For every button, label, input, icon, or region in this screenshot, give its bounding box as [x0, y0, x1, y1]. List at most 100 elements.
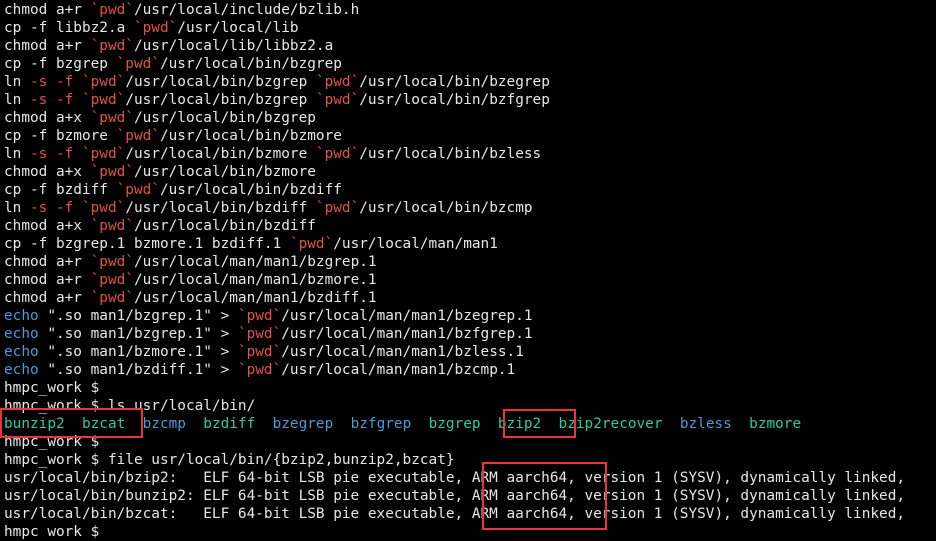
terminal-line: cp -f bzdiff `pwd`/usr/local/bin/bzdiff	[4, 181, 905, 199]
terminal-text: /usr/local/bin/bzgrep	[125, 74, 316, 90]
terminal-text: /usr/local/bin/bzdiff	[133, 218, 316, 234]
terminal-text: `pwd`	[90, 164, 134, 180]
terminal-line: hmpc_work $	[4, 379, 905, 397]
terminal-text: /usr/local/bin/bzdiff	[125, 200, 316, 216]
terminal-text: /usr/local/lib/libbz2.a	[133, 38, 334, 54]
terminal-text: `pwd`	[133, 20, 178, 36]
terminal-text: -s -f	[30, 74, 82, 90]
highlight-box-bunzip2-bzcat	[0, 408, 143, 438]
terminal-line: echo ".so man1/bzgrep.1" > `pwd`/usr/loc…	[4, 325, 905, 343]
terminal-text: /usr/local/bin/bzgrep	[159, 56, 342, 72]
terminal-text: `pwd`	[315, 92, 360, 108]
terminal-text: ".so man1/bzdiff.1" >	[38, 362, 238, 378]
terminal-text: /usr/local/bin/bzegrep	[359, 74, 550, 90]
highlight-box-arm-aarch64	[482, 462, 607, 530]
terminal-line: cp -f libbz2.a `pwd`/usr/local/lib	[4, 19, 905, 37]
terminal-text: /usr/local/bin/bzless	[359, 146, 542, 162]
terminal-line: chmod a+x `pwd`/usr/local/bin/bzgrep	[4, 109, 905, 127]
terminal-text: ".so man1/bzgrep.1" >	[38, 326, 238, 342]
terminal-text: /usr/local/include/bzlib.h	[133, 2, 360, 18]
terminal-text: ln	[4, 92, 30, 108]
terminal-text: /usr/local/man/man1/bzegrep.1	[281, 308, 533, 324]
terminal-text: /usr/local/bin/bzcmp	[359, 200, 533, 216]
terminal-line: chmod a+r `pwd`/usr/local/man/man1/bzmor…	[4, 271, 905, 289]
terminal-text: `pwd`	[237, 326, 282, 342]
terminal-text: `pwd`	[237, 344, 282, 360]
terminal-line: echo ".so man1/bzmore.1" > `pwd`/usr/loc…	[4, 343, 905, 361]
terminal-text: bzfgrep	[350, 416, 412, 432]
terminal-text: `pwd`	[90, 2, 134, 18]
terminal-line: chmod a+r `pwd`/usr/local/man/man1/bzgre…	[4, 253, 905, 271]
terminal-text: -s -f	[30, 200, 82, 216]
terminal-line: ln -s -f `pwd`/usr/local/bin/bzmore `pwd…	[4, 145, 905, 163]
terminal-text: ln	[4, 74, 30, 90]
terminal-text: usr/local/bin/bunzip2: ELF 64-bit LSB pi…	[4, 488, 906, 504]
terminal-line: echo ".so man1/bzdiff.1" > `pwd`/usr/loc…	[4, 361, 905, 379]
terminal-line: echo ".so man1/bzgrep.1" > `pwd`/usr/loc…	[4, 307, 905, 325]
terminal-text: hmpc work $	[4, 524, 100, 540]
terminal-text: echo	[4, 344, 39, 360]
terminal-text: -s -f	[30, 92, 82, 108]
terminal-text: `pwd`	[90, 38, 134, 54]
terminal-line: cp -f bzgrep.1 bzmore.1 bzdiff.1 `pwd`/u…	[4, 235, 905, 253]
terminal-text: echo	[4, 326, 39, 342]
terminal-text: cp -f bzgrep.1 bzmore.1 bzdiff.1	[4, 236, 290, 252]
terminal-text: ".so man1/bzgrep.1" >	[38, 308, 238, 324]
terminal-text: cp -f bzdiff	[4, 182, 117, 198]
terminal-text: hmpc_work $	[4, 380, 100, 396]
terminal-text: chmod a+x	[4, 110, 91, 126]
terminal-text: cp -f libbz2.a	[4, 20, 134, 36]
terminal-text: bzdiff	[203, 416, 256, 432]
terminal-text: chmod a+x	[4, 164, 91, 180]
terminal-line: chmod a+r `pwd`/usr/local/man/man1/bzdif…	[4, 289, 905, 307]
terminal-text: -s -f	[30, 146, 82, 162]
terminal-line: usr/local/bin/bzip2: ELF 64-bit LSB pie …	[4, 469, 905, 487]
terminal-text: echo	[4, 308, 39, 324]
terminal-line: cp -f bzgrep `pwd`/usr/local/bin/bzgrep	[4, 55, 905, 73]
terminal-text: `pwd`	[90, 254, 134, 270]
terminal-line: hmpc_work $ file usr/local/bin/{bzip2,bu…	[4, 451, 905, 469]
highlight-box-bzip2	[503, 409, 576, 438]
terminal-text: /usr/local/man/man1/bzfgrep.1	[281, 326, 533, 342]
terminal-text: /usr/local/man/man1/bzmore.1	[133, 272, 377, 288]
terminal-text: `pwd`	[116, 56, 160, 72]
terminal-text: chmod a+x	[4, 218, 91, 234]
terminal-text: `pwd`	[289, 236, 334, 252]
terminal-text: bzegrep	[272, 416, 334, 432]
terminal-text: ln	[4, 200, 30, 216]
terminal-line: ln -s -f `pwd`/usr/local/bin/bzdiff `pwd…	[4, 199, 905, 217]
terminal-line: chmod a+r `pwd`/usr/local/include/bzlib.…	[4, 1, 905, 19]
terminal-text: `pwd`	[237, 308, 282, 324]
terminal-text: /usr/local/man/man1/bzgrep.1	[133, 254, 377, 270]
terminal-line: hmpc work $	[4, 523, 905, 541]
terminal-text: /usr/local/man/man1/bzdiff.1	[133, 290, 377, 306]
terminal-line: chmod a+r `pwd`/usr/local/lib/libbz2.a	[4, 37, 905, 55]
terminal-text: bzcmp	[142, 416, 186, 432]
terminal-text: echo	[4, 362, 39, 378]
terminal-text: chmod a+r	[4, 272, 91, 288]
terminal-output[interactable]: chmod a+r `pwd`/usr/local/include/bzlib.…	[4, 1, 905, 541]
terminal-text: `pwd`	[116, 182, 160, 198]
terminal-text: `pwd`	[315, 200, 360, 216]
terminal-text: `pwd`	[90, 110, 134, 126]
terminal-text: `pwd`	[116, 128, 160, 144]
terminal-text: `pwd`	[81, 200, 126, 216]
terminal-text: `pwd`	[315, 146, 360, 162]
terminal-text: /usr/local/bin/bzmore	[159, 128, 342, 144]
terminal-text: /usr/local/bin/bzmore	[125, 146, 316, 162]
terminal-text: /usr/local/bin/bzgrep	[125, 92, 316, 108]
terminal-text: /usr/local/bin/bzmore	[133, 164, 316, 180]
terminal-text: /usr/local/bin/bzdiff	[159, 182, 342, 198]
terminal-text: /usr/local/man/man1/bzless.1	[281, 344, 524, 360]
terminal-text: chmod a+r	[4, 2, 91, 18]
terminal-text: usr/local/bin/bzip2: ELF 64-bit LSB pie …	[4, 470, 906, 486]
terminal-text: `pwd`	[81, 92, 126, 108]
terminal-text: hmpc_work $ file usr/local/bin/{bzip2,bu…	[4, 452, 455, 468]
terminal-text: `pwd`	[81, 74, 126, 90]
terminal-text: /usr/local/man/man1/bzcmp.1	[281, 362, 516, 378]
